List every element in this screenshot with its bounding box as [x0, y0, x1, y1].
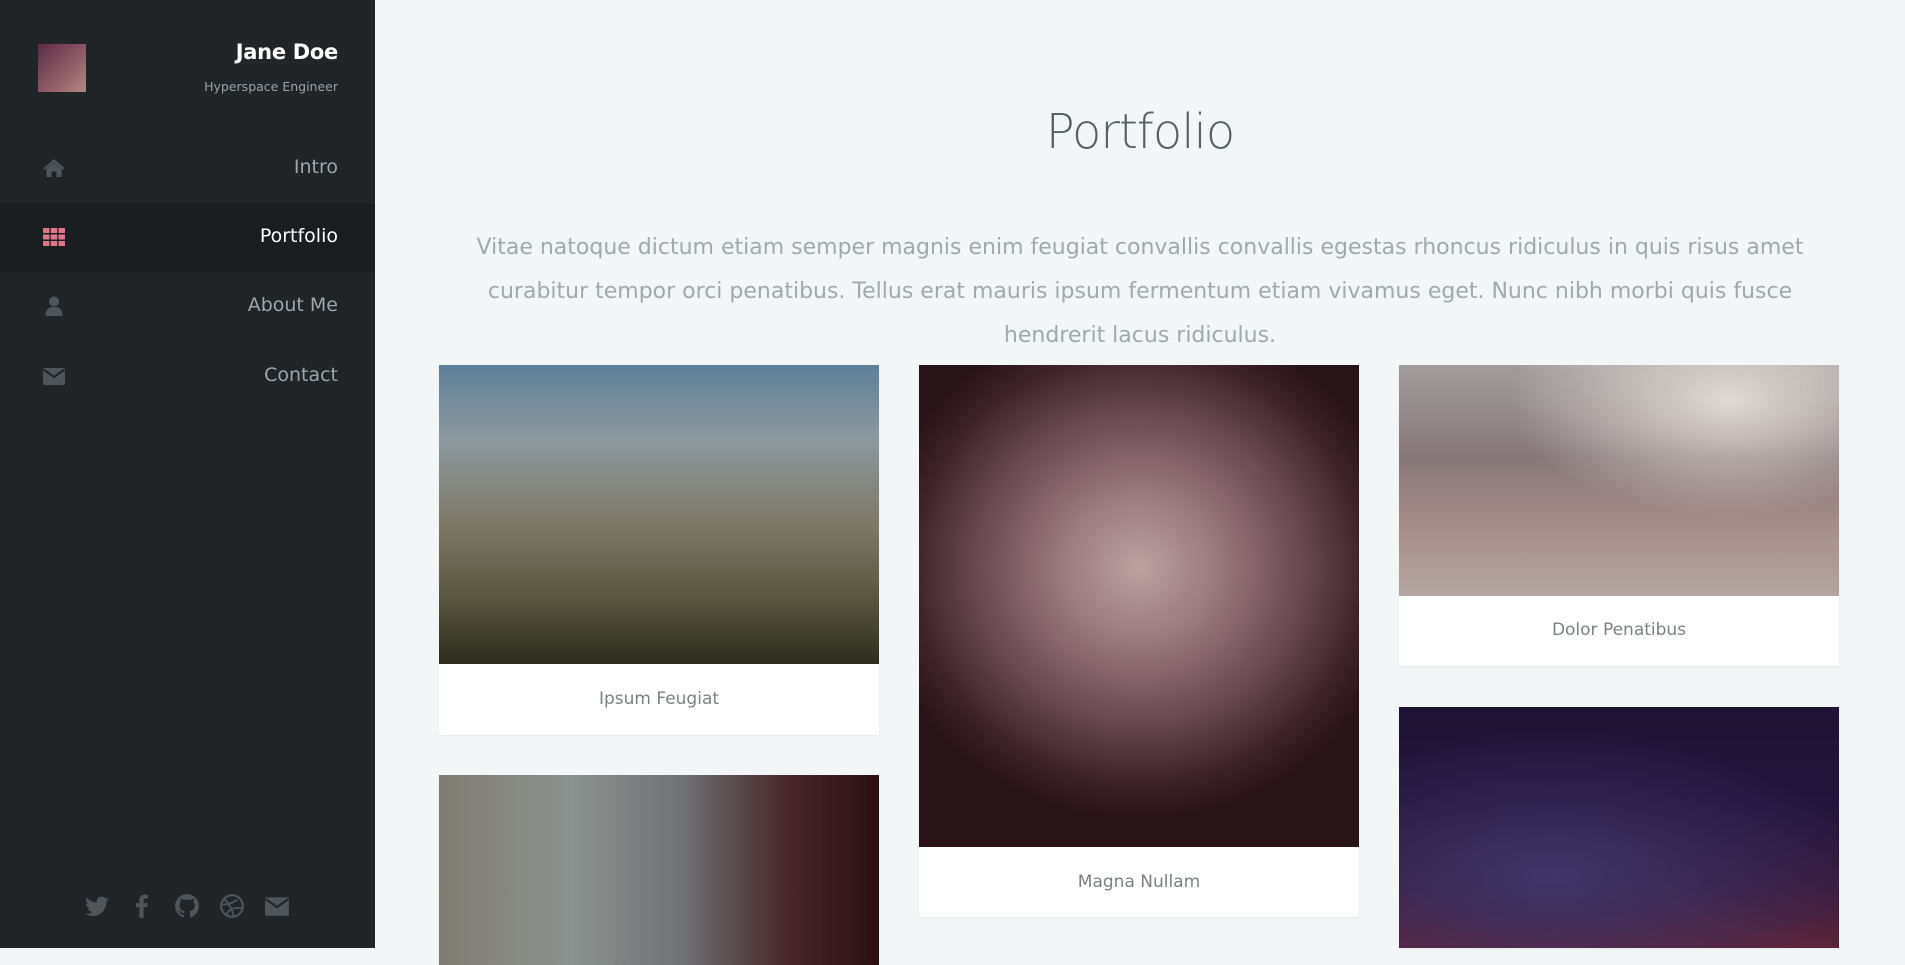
grid-icon	[43, 228, 65, 246]
email-icon[interactable]	[264, 893, 290, 919]
nav-label-contact: Contact	[264, 364, 338, 386]
sidebar: Jane Doe Hyperspace Engineer Intro Portf…	[0, 0, 375, 948]
portfolio-card[interactable]	[1399, 707, 1839, 948]
page-title: Portfolio	[1045, 104, 1235, 160]
nav-label-intro: Intro	[293, 156, 338, 178]
page-intro: Vitae natoque dictum etiam semper magnis…	[476, 235, 1804, 348]
portfolio-caption: Ipsum Feugiat	[598, 689, 720, 709]
profile-header: Jane Doe Hyperspace Engineer	[0, 0, 375, 120]
portfolio-image[interactable]	[439, 775, 879, 965]
main-content: Portfolio Vitae natoque dictum etiam sem…	[375, 0, 1905, 965]
home-icon	[43, 159, 65, 177]
portfolio-image[interactable]	[439, 365, 879, 664]
envelope-icon	[42, 368, 66, 385]
twitter-icon[interactable]	[84, 893, 110, 919]
avatar[interactable]	[38, 44, 86, 92]
user-icon	[45, 296, 63, 316]
nav-item-portfolio[interactable]: Portfolio	[0, 203, 375, 272]
dribbble-icon[interactable]	[219, 893, 245, 919]
nav-item-about-me[interactable]: About Me	[0, 272, 375, 341]
portfolio-card[interactable]	[439, 775, 879, 965]
profile-role: Hyperspace Engineer	[204, 79, 338, 94]
portfolio-card[interactable]: Dolor Penatibus	[1399, 365, 1839, 666]
nav-item-intro[interactable]: Intro	[0, 134, 375, 203]
portfolio-image[interactable]	[919, 365, 1359, 847]
portfolio-image[interactable]	[1399, 365, 1839, 596]
nav-label-about-me: About Me	[247, 294, 338, 316]
nav-label-portfolio: Portfolio	[259, 225, 338, 247]
portfolio-caption: Magna Nullam	[1077, 872, 1201, 892]
facebook-icon[interactable]	[129, 893, 155, 919]
profile-name: Jane Doe	[235, 40, 339, 64]
nav-item-contact[interactable]: Contact	[0, 342, 375, 411]
portfolio-card[interactable]: Ipsum Feugiat	[439, 365, 879, 735]
portfolio-image[interactable]	[1399, 707, 1839, 948]
portfolio-caption: Dolor Penatibus	[1551, 620, 1687, 640]
github-icon[interactable]	[174, 893, 200, 919]
portfolio-card[interactable]: Magna Nullam	[919, 365, 1359, 917]
